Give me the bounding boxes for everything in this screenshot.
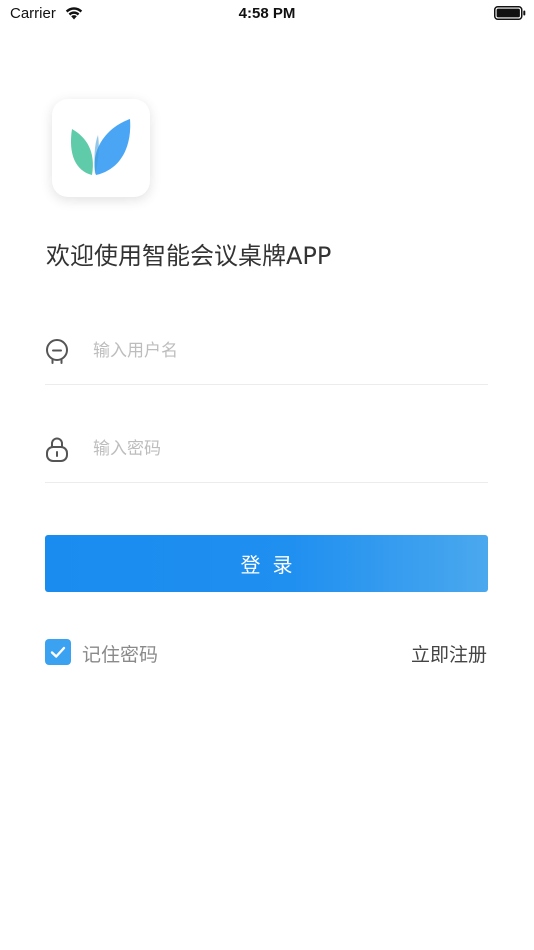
password-input[interactable] — [93, 435, 473, 463]
login-screen: Carrier 4:58 PM 欢迎使用智能会议桌牌APP 输入用户名 登录 记… — [0, 0, 534, 950]
remember-password-checkbox[interactable] — [45, 639, 71, 665]
password-field — [45, 423, 488, 483]
welcome-title: 欢迎使用智能会议桌牌APP — [46, 242, 332, 270]
battery-icon — [494, 6, 526, 20]
status-bar: Carrier 4:58 PM — [0, 0, 534, 28]
login-button[interactable]: 登录 — [45, 535, 488, 592]
username-field — [45, 325, 488, 385]
status-time: 4:58 PM — [238, 5, 296, 22]
leaf-logo-icon — [70, 119, 131, 175]
username-input[interactable] — [93, 337, 473, 365]
app-logo — [52, 99, 150, 197]
lock-icon — [46, 437, 68, 462]
check-icon — [50, 646, 66, 658]
remember-password-label[interactable]: 记住密码 — [82, 640, 158, 667]
register-link[interactable]: 立即注册 — [411, 640, 487, 667]
user-face-icon — [46, 339, 68, 364]
